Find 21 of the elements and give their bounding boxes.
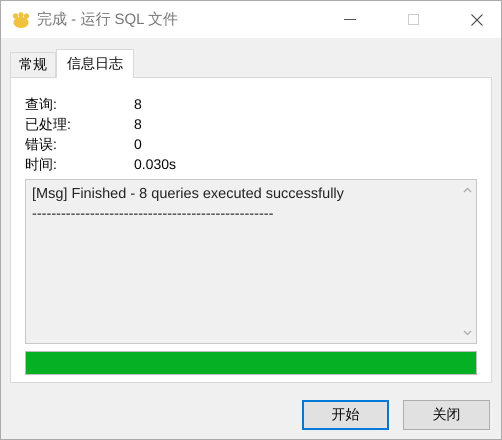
scroll-down-icon[interactable]: [463, 330, 472, 336]
stat-label: 错误:: [25, 135, 58, 154]
app-logo-icon: [12, 12, 30, 28]
window-title: 完成 - 运行 SQL 文件: [37, 10, 178, 29]
stat-label: 时间:: [25, 155, 58, 174]
close-icon[interactable]: [471, 14, 483, 26]
log-line: --------------------------------------------------: [32, 205, 274, 224]
stat-value: 0: [134, 135, 143, 154]
maximize-icon[interactable]: [408, 14, 419, 25]
tab[interactable]: 常规: [10, 52, 56, 77]
stat-value: 8: [134, 115, 143, 134]
log-line: [Msg] Finished - 8 queries executed successfully: [32, 185, 345, 204]
stat-value: 0.030s: [134, 155, 178, 174]
stat-label: 已处理:: [25, 115, 72, 134]
scroll-up-icon[interactable]: [463, 187, 472, 193]
stat-label: 查询:: [25, 95, 58, 114]
minimize-icon[interactable]: [344, 18, 356, 20]
dialog-button[interactable]: 开始: [302, 400, 389, 430]
tab[interactable]: 信息日志: [56, 49, 134, 78]
stat-value: 8: [134, 95, 143, 114]
dialog-button[interactable]: 关闭: [403, 400, 490, 430]
